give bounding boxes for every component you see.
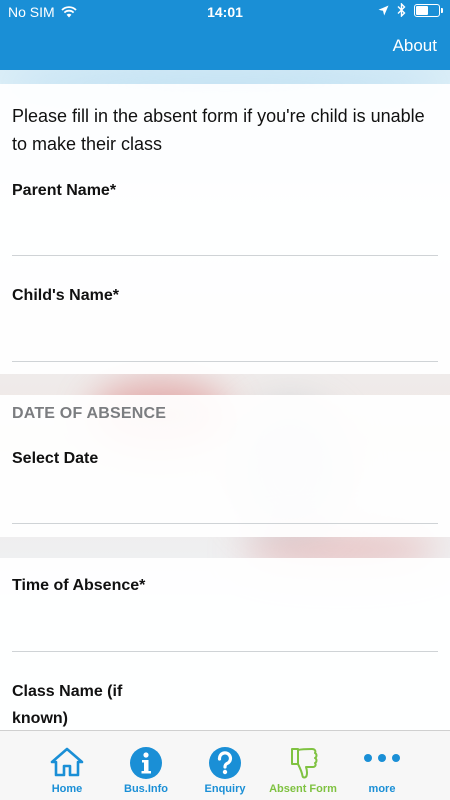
tab-enquiry-label: Enquiry [204, 783, 246, 795]
bluetooth-icon [397, 3, 406, 17]
tab-bus-info[interactable]: Bus.Info [101, 731, 191, 800]
thumbs-down-icon [291, 748, 318, 779]
time-of-absence-label: Time of Absence* [12, 577, 146, 594]
tab-home-label: Home [51, 783, 83, 795]
child-name-field[interactable] [12, 314, 438, 359]
date-of-absence-heading: DATE OF ABSENCE [12, 405, 167, 422]
question-icon [209, 747, 241, 779]
home-icon [50, 747, 84, 777]
more-dots-icon [364, 754, 400, 762]
battery-icon [414, 3, 443, 17]
tab-more-label: more [368, 783, 396, 795]
form-section-date: DATE OF ABSENCE Select Date [0, 395, 450, 537]
class-name-label: Class Name (if known) [12, 683, 123, 727]
form-section-class: Time of Absence* Class Name (if known) [0, 558, 450, 733]
time-of-absence-underline [12, 651, 438, 652]
tab-more[interactable]: more [337, 731, 427, 800]
tab-enquiry[interactable]: Enquiry [180, 731, 270, 800]
location-arrow-icon [378, 5, 389, 15]
info-icon [130, 747, 162, 779]
status-bar: No SIM 14:01 [0, 0, 450, 24]
parent-name-field[interactable] [12, 209, 438, 254]
tab-absent-form-label: Absent Form [269, 783, 337, 795]
tab-home[interactable]: Home [22, 731, 112, 800]
tab-bar: Home Bus.Info Enquiry Absent Form more [0, 730, 450, 800]
child-name-underline [12, 361, 438, 362]
intro-text: Please fill in the absent form if you're… [12, 106, 425, 154]
parent-name-label: Parent Name* [12, 182, 117, 199]
about-button[interactable]: About [393, 36, 437, 56]
tab-absent-form[interactable]: Absent Form [258, 731, 348, 800]
select-date-label: Select Date [12, 450, 99, 467]
time-of-absence-field[interactable] [12, 604, 438, 649]
tab-bus-info-label: Bus.Info [124, 783, 168, 795]
select-date-underline [12, 523, 438, 524]
parent-name-underline [12, 255, 438, 256]
select-date-field[interactable] [12, 477, 438, 522]
navigation-bar: About [0, 24, 450, 70]
child-name-label: Child's Name* [12, 287, 119, 304]
form-section-names: Please fill in the absent form if you're… [0, 84, 450, 374]
